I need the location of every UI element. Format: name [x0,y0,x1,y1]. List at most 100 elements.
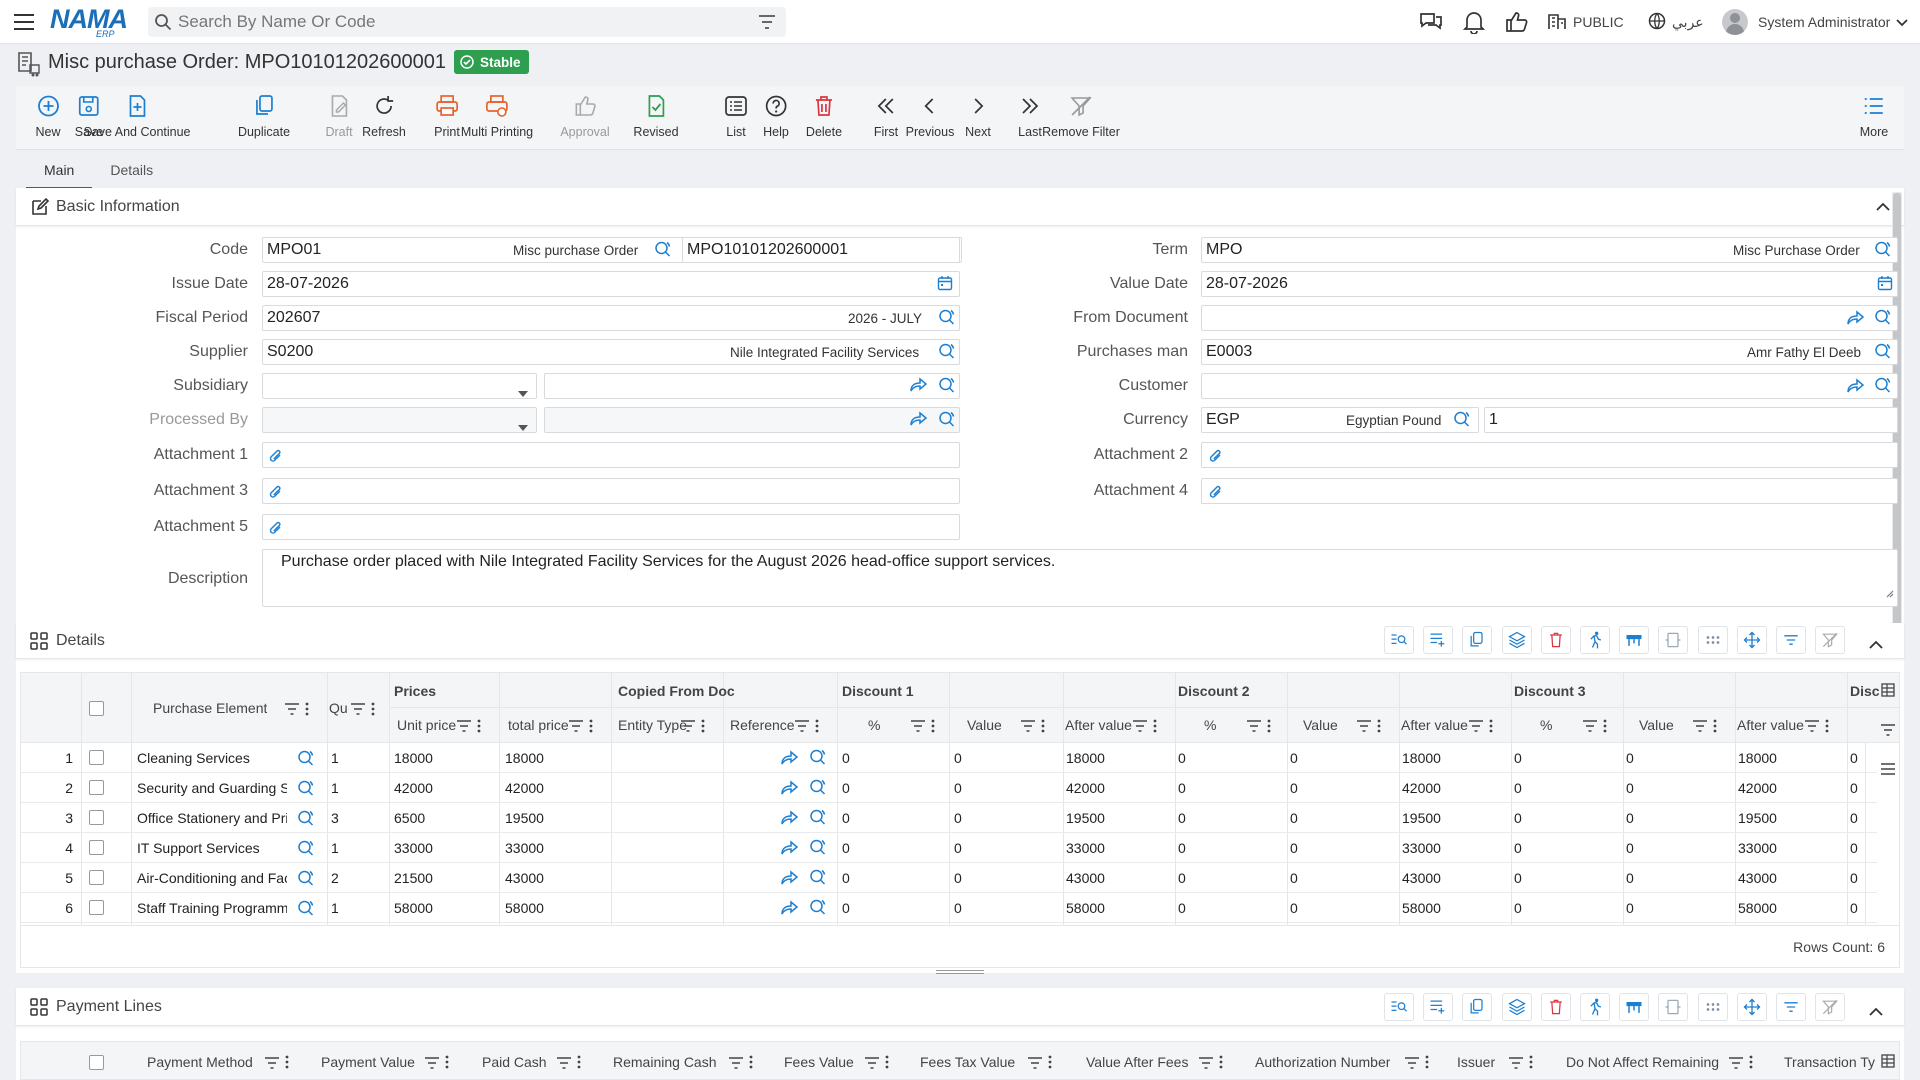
column-header[interactable]: Value [967,717,1002,733]
column-header[interactable]: % [1540,717,1552,733]
open-link-icon[interactable] [910,411,928,430]
save-and-continue-button[interactable]: Save And Continue [83,94,191,139]
table-row[interactable]: 6 Staff Training Programm 1 58000 58000 0 0 580… [21,893,1877,923]
payment-collapse-icon[interactable] [1869,1003,1883,1019]
grid-table-icon[interactable] [1619,626,1650,654]
reference-link-icon[interactable] [781,900,799,919]
table-row[interactable]: 4 IT Support Services 1 33000 33000 0 0 33000 0 0… [21,833,1877,863]
column-filter-icon[interactable] [729,1056,743,1072]
payment-column-header[interactable]: Transaction Ty [1784,1054,1875,1070]
element-search-icon[interactable] [297,839,315,860]
column-filter-icon[interactable] [569,719,583,735]
grid-delete-icon[interactable] [1540,626,1571,654]
column-filter-icon[interactable] [1199,1056,1213,1072]
exchange-rate-field[interactable]: 1 [1484,407,1898,433]
element-search-icon[interactable] [297,749,315,770]
processed-by-select[interactable] [262,407,537,433]
column-menu-icon[interactable] [577,1055,581,1072]
reference-link-icon[interactable] [781,750,799,769]
column-filter-icon[interactable] [681,719,695,735]
column-filter-icon[interactable] [1021,719,1035,735]
open-link-icon[interactable] [1847,310,1865,329]
column-header[interactable]: After value [1065,717,1132,733]
open-link-icon[interactable] [910,377,928,396]
resize-handle-icon[interactable] [1884,584,1894,604]
column-menu-icon[interactable] [1713,719,1717,736]
lookup-search-icon[interactable] [1874,308,1892,329]
attachment-3-field[interactable] [262,478,960,504]
grid-move-icon[interactable] [1736,993,1767,1021]
column-filter-icon[interactable] [425,1056,439,1072]
column-filter-icon[interactable] [1133,719,1147,735]
tab-main[interactable]: Main [26,155,93,189]
row-checkbox[interactable] [89,840,104,855]
column-filter-icon[interactable] [1729,1056,1743,1072]
grid-add-rows-icon[interactable] [1423,626,1454,654]
column-filter-icon[interactable] [911,719,925,735]
column-filter-icon[interactable] [1693,719,1707,735]
side-columns-icon[interactable] [1881,762,1895,778]
menu-icon[interactable] [12,10,36,34]
column-header[interactable]: Reference [730,717,795,733]
column-header[interactable]: % [1204,717,1216,733]
calendar-icon[interactable] [1877,275,1893,294]
grid-layers-icon[interactable] [1501,993,1532,1021]
payment-column-header[interactable]: Remaining Cash [613,1054,717,1070]
reference-link-icon[interactable] [781,780,799,799]
column-header[interactable]: After value [1737,717,1804,733]
more-button[interactable]: More [1860,94,1888,139]
lookup-search-icon[interactable] [938,376,956,397]
grid-search-icon[interactable] [1384,626,1414,654]
lookup-search-icon[interactable] [938,410,956,431]
paperclip-icon[interactable] [1208,447,1224,468]
new-button[interactable]: New [35,94,61,139]
grid-filter-icon[interactable] [1776,626,1806,654]
column-header[interactable]: Unit price [397,717,456,733]
multi-printing-button[interactable]: Multi Printing [461,94,533,139]
grid-table-icon[interactable] [1619,993,1650,1021]
customer-field[interactable] [1201,373,1898,399]
column-menu-icon[interactable] [815,719,819,736]
delete-button[interactable]: Delete [806,94,842,139]
grid-add-rows-icon[interactable] [1423,993,1454,1021]
select-all-checkbox[interactable] [89,701,104,716]
column-chooser-icon[interactable] [1881,1054,1895,1071]
reference-search-icon[interactable] [809,898,827,919]
column-filter-icon[interactable] [1405,1056,1419,1072]
last-button[interactable]: Last [1018,94,1042,139]
payment-column-header[interactable]: Value After Fees [1086,1054,1188,1070]
list-button[interactable]: List [724,94,748,139]
user-menu[interactable]: System Administrator [1722,0,1908,44]
bell-icon[interactable] [1462,10,1486,37]
section-header[interactable]: Basic Information [16,188,1904,226]
column-header[interactable]: After value [1401,717,1468,733]
column-menu-icon[interactable] [931,719,935,736]
column-header[interactable]: Purchase Element [153,700,267,716]
table-row[interactable]: 2 Security and Guarding S 1 42000 42000 0 0 420… [21,773,1877,803]
row-checkbox[interactable] [89,900,104,915]
column-menu-icon[interactable] [1603,719,1607,736]
lookup-search-icon[interactable] [1453,410,1471,431]
column-filter-icon[interactable] [1583,719,1597,735]
grid-layers-icon[interactable] [1501,626,1532,654]
grid-dots-icon[interactable] [1697,626,1728,654]
chat-icon[interactable] [1419,11,1443,36]
issue-date-field[interactable]: 28-07-2026 [262,271,960,297]
column-menu-icon[interactable] [445,1055,449,1072]
reference-search-icon[interactable] [809,868,827,889]
app-logo[interactable]: NAMA ERP [50,4,130,40]
subsidiary-name-field[interactable] [544,373,960,399]
column-header[interactable]: Value [1639,717,1674,733]
dropdown-caret-icon[interactable] [518,384,528,400]
tab-details[interactable]: Details [92,155,171,189]
grid-fit-icon[interactable] [1658,993,1689,1021]
open-link-icon[interactable] [1847,378,1865,397]
grid-copy-icon[interactable] [1462,626,1493,654]
grid-clear-filter-icon[interactable] [1815,626,1846,654]
reference-search-icon[interactable] [809,838,827,859]
attachment-5-field[interactable] [262,514,960,540]
grid-move-icon[interactable] [1736,626,1767,654]
processed-by-name-field[interactable] [544,407,960,433]
paperclip-icon[interactable] [268,519,284,540]
column-filter-icon[interactable] [557,1056,571,1072]
